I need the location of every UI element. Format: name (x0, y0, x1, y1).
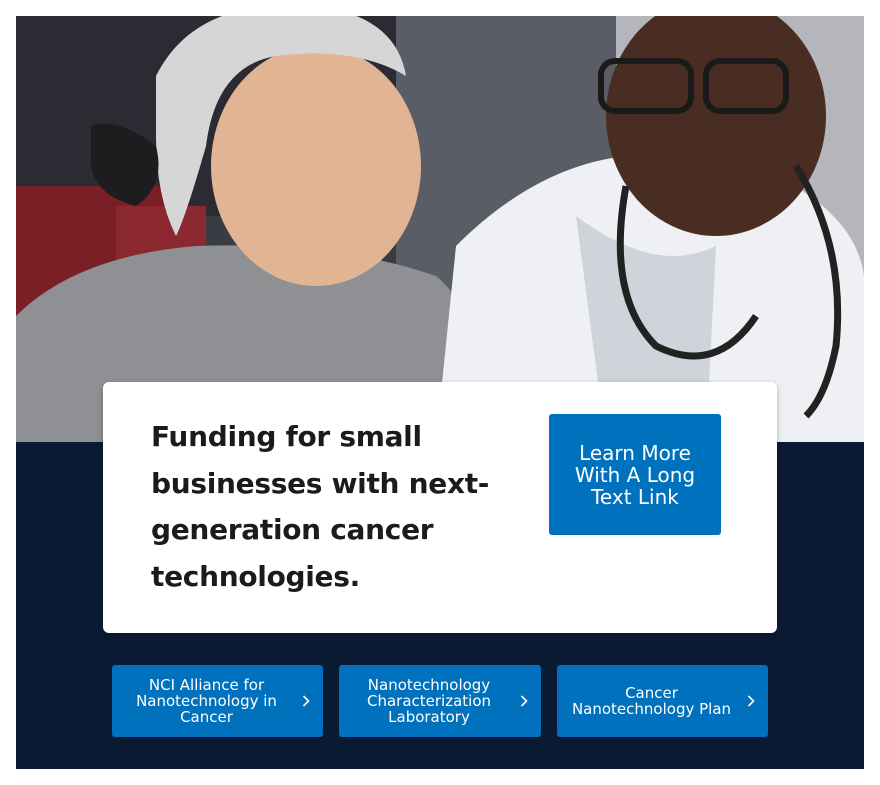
patient-doctor-photo (16, 16, 864, 442)
learn-more-button[interactable]: Learn More With A Long Text Link (549, 414, 721, 535)
link-nanotechnology-plan-button[interactable]: Cancer Nanotechnology Plan (557, 665, 768, 737)
chevron-right-icon (734, 695, 768, 707)
link-label: Nanotechnology Characterization Laborato… (366, 676, 492, 726)
card-title: Funding for small businesses with next-g… (151, 420, 490, 593)
promo-card: Funding for small businesses with next-g… (103, 382, 777, 633)
hero-photo (16, 16, 864, 442)
chevron-right-icon (507, 695, 541, 707)
link-label: Cancer Nanotechnology Plan (571, 684, 732, 718)
hero-section: Funding for small businesses with next-g… (16, 16, 864, 769)
link-label: NCI Alliance for Nanotechnology in Cance… (136, 676, 277, 726)
link-characterization-lab-button[interactable]: Nanotechnology Characterization Laborato… (339, 665, 541, 737)
chevron-right-icon (289, 695, 323, 707)
link-nci-alliance-button[interactable]: NCI Alliance for Nanotechnology in Cance… (112, 665, 323, 737)
